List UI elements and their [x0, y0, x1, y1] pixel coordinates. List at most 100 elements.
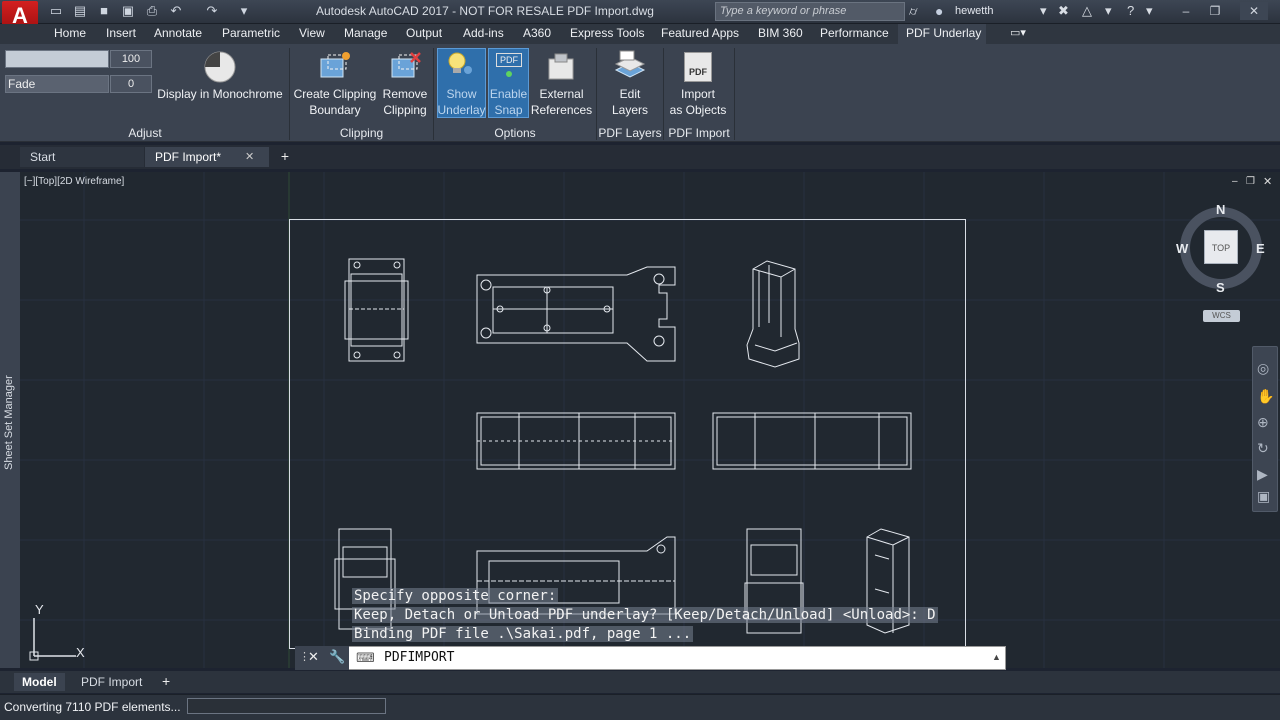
command-history-line: Specify opposite corner: — [352, 588, 559, 604]
remove-clip-icon[interactable] — [389, 51, 421, 83]
tab-insert[interactable]: Insert — [106, 26, 136, 40]
monochrome-label[interactable]: Display in Monochrome — [156, 86, 284, 102]
user-name[interactable]: hewetth — [955, 5, 994, 17]
showmotion-icon[interactable]: ▶ — [1257, 466, 1268, 483]
exchange-icon[interactable]: ✖ — [1058, 3, 1069, 19]
tab-a360[interactable]: A360 — [523, 26, 551, 40]
ucs-y-label: Y — [35, 602, 44, 617]
fade-value[interactable]: 0 — [110, 75, 152, 93]
new-layout-icon[interactable]: + — [162, 673, 170, 689]
search-input[interactable]: Type a keyword or phrase — [715, 2, 905, 21]
create-clip-label-1[interactable]: Create Clipping — [291, 86, 379, 102]
compass-east[interactable]: E — [1256, 241, 1265, 256]
user-icon[interactable]: ● — [935, 3, 943, 19]
monochrome-icon[interactable] — [204, 51, 236, 83]
compass-south[interactable]: S — [1216, 280, 1225, 295]
viewport-close-icon[interactable]: ✕ — [1263, 175, 1272, 188]
import-objects-label-1[interactable]: Import — [664, 86, 732, 102]
sheet-set-manager-label[interactable]: Sheet Set Manager — [3, 375, 15, 470]
remove-clip-label-2[interactable]: Clipping — [380, 102, 430, 118]
tab-featured-apps[interactable]: Featured Apps — [661, 26, 739, 40]
recent-commands-icon[interactable]: ⌨ — [356, 650, 375, 666]
dropdown-arrow-icon[interactable]: ▾ — [1040, 3, 1047, 19]
close-command-icon[interactable]: ✕ — [308, 649, 319, 665]
undo-icon[interactable]: ↶ — [168, 3, 184, 19]
viewcube-top-face[interactable]: TOP — [1204, 230, 1238, 264]
show-underlay-label-2: Underlay — [437, 103, 486, 117]
tab-annotate[interactable]: Annotate — [154, 26, 202, 40]
panel-pdf-layers-title: PDF Layers — [598, 126, 662, 140]
pdf-snap-icon: PDF — [496, 53, 522, 67]
tab-output[interactable]: Output — [406, 26, 442, 40]
tab-model[interactable]: Model — [14, 673, 65, 691]
remove-clip-label-1[interactable]: Remove — [380, 86, 430, 102]
command-history-dropdown-icon[interactable]: ▲ — [992, 652, 1001, 662]
steering-wheel-icon[interactable]: ◎ — [1257, 360, 1269, 377]
edit-layers-label-2[interactable]: Layers — [598, 102, 662, 118]
pdf-underlay-drawing — [334, 258, 912, 634]
redo-icon[interactable]: ↷ — [204, 3, 220, 19]
tab-manage[interactable]: Manage — [344, 26, 387, 40]
tab-pdf-underlay[interactable]: PDF Underlay — [906, 26, 981, 40]
close-button[interactable]: ✕ — [1240, 2, 1268, 20]
navbar-options-icon[interactable]: ▣ — [1257, 488, 1270, 505]
tab-start[interactable]: Start — [20, 147, 144, 167]
orbit-icon[interactable]: ↻ — [1257, 440, 1269, 457]
tab-add-ins[interactable]: Add-ins — [463, 26, 504, 40]
compass-north[interactable]: N — [1216, 202, 1225, 217]
tab-home[interactable]: Home — [54, 26, 86, 40]
fade-slider[interactable]: Fade — [5, 75, 109, 93]
help-icon[interactable]: ? — [1127, 3, 1134, 18]
dropdown-arrow-icon[interactable]: ▾ — [1105, 3, 1112, 19]
new-icon[interactable]: ▭ — [48, 3, 64, 19]
external-references-icon[interactable] — [545, 51, 577, 83]
ribbon-options-icon[interactable]: ▭▾ — [1010, 26, 1026, 39]
tab-parametric[interactable]: Parametric — [222, 26, 280, 40]
binoculars-icon[interactable]: ⌭ — [909, 4, 918, 19]
create-clip-icon[interactable] — [318, 51, 350, 83]
command-input[interactable]: PDFIMPORT — [384, 650, 454, 665]
maximize-button[interactable]: ❐ — [1201, 2, 1229, 20]
tab-performance[interactable]: Performance — [820, 26, 889, 40]
external-references-label-1[interactable]: External — [530, 86, 593, 102]
customize-qat-icon[interactable]: ▾ — [236, 3, 252, 19]
panel-pdf-import-title: PDF Import — [668, 126, 730, 140]
save-as-icon[interactable]: ▣ — [120, 3, 136, 19]
pan-icon[interactable]: ✋ — [1257, 388, 1274, 405]
contrast-slider[interactable] — [5, 50, 109, 68]
command-history-line: Binding PDF file .\Sakai.pdf, page 1 ... — [352, 626, 694, 642]
close-tab-icon[interactable]: ✕ — [245, 150, 254, 163]
show-underlay-label-1: Show — [446, 87, 477, 101]
plot-icon[interactable]: ⎙ — [144, 3, 160, 19]
compass-west[interactable]: W — [1176, 241, 1188, 256]
edit-layers-icon[interactable] — [614, 50, 646, 82]
ucs-x-label: X — [76, 645, 85, 660]
a360-icon[interactable]: △ — [1082, 3, 1092, 19]
status-message: Converting 7110 PDF elements... — [4, 700, 181, 714]
external-references-label-2[interactable]: References — [530, 102, 593, 118]
minimize-button[interactable]: – — [1172, 2, 1200, 20]
create-clip-label-2[interactable]: Boundary — [291, 102, 379, 118]
tab-bim-360[interactable]: BIM 360 — [758, 26, 803, 40]
zoom-extents-icon[interactable]: ⊕ — [1257, 414, 1269, 431]
save-icon[interactable]: ■ — [96, 3, 112, 19]
contrast-value[interactable]: 100 — [110, 50, 152, 68]
help-dropdown-icon[interactable]: ▾ — [1146, 3, 1153, 19]
viewport-minimize-icon[interactable]: – — [1232, 176, 1238, 187]
tab-view[interactable]: View — [299, 26, 325, 40]
import-objects-label-2[interactable]: as Objects — [664, 102, 732, 118]
edit-layers-label-1[interactable]: Edit — [598, 86, 662, 102]
panel-adjust-title: Adjust — [128, 126, 162, 140]
viewport-restore-icon[interactable]: ❐ — [1246, 176, 1255, 187]
open-icon[interactable]: ▤ — [72, 3, 88, 19]
viewport-controls[interactable]: [−][Top][2D Wireframe] — [24, 176, 124, 187]
wcs-menu[interactable]: WCS — [1203, 310, 1240, 322]
lightbulb-icon — [448, 52, 472, 74]
command-history-line: Keep, Detach or Unload PDF underlay? [Ke… — [352, 607, 938, 623]
tab-express-tools[interactable]: Express Tools — [570, 26, 644, 40]
import-pdf-icon[interactable]: PDF — [684, 52, 712, 82]
enable-snap-label-1: Enable — [489, 87, 528, 101]
new-tab-icon[interactable]: + — [277, 148, 293, 166]
customize-command-icon[interactable]: 🔧 — [329, 649, 345, 665]
tab-layout-pdf-import[interactable]: PDF Import — [73, 673, 150, 691]
